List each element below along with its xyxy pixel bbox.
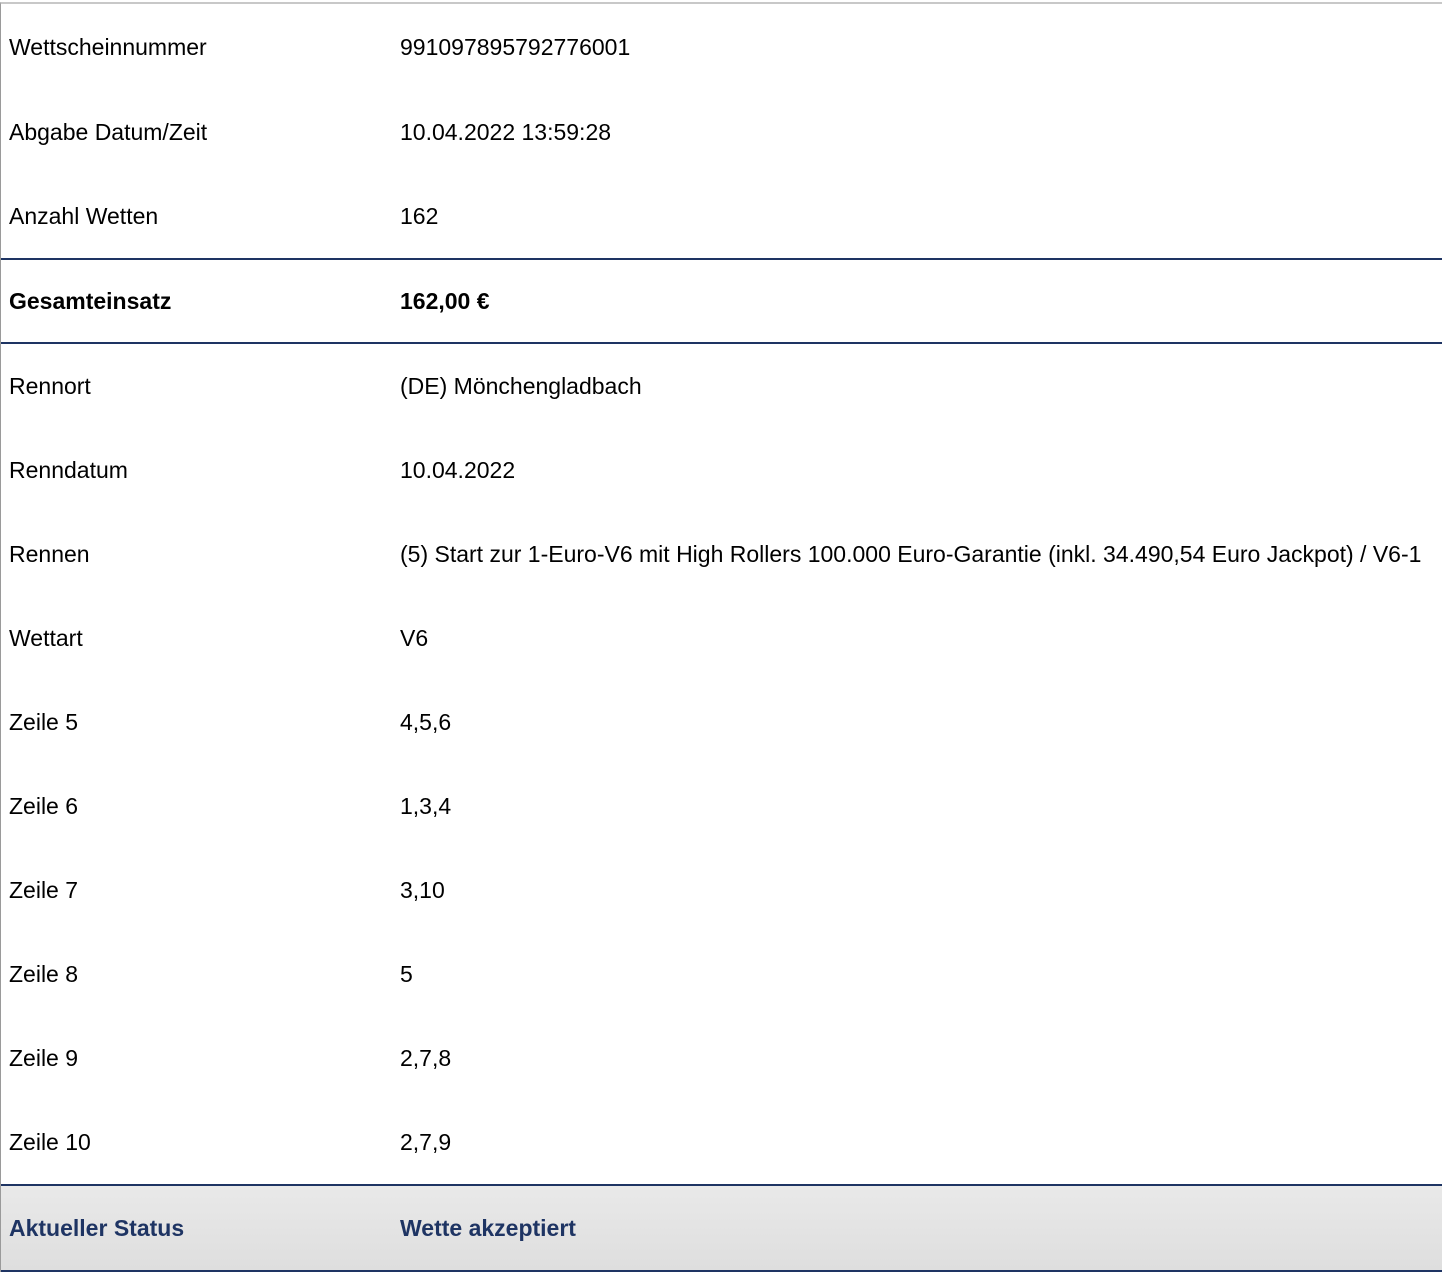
total-stake-label: Gesamteinsatz xyxy=(9,288,172,314)
ticket-number-row: Wettscheinnummer 991097895792776001 xyxy=(1,4,1442,90)
total-stake-value: 162,00 € xyxy=(400,288,490,314)
bet-count-row: Anzahl Wetten 162 xyxy=(1,174,1442,258)
line-label: Zeile 10 xyxy=(9,1129,91,1155)
line-selection: 2,7,8 xyxy=(400,1045,452,1071)
race-venue-row: Rennort (DE) Mönchengladbach xyxy=(1,344,1442,428)
bet-type-label: Wettart xyxy=(9,625,83,651)
bet-type-row: Wettart V6 xyxy=(1,596,1442,680)
line-label: Zeile 7 xyxy=(9,877,79,903)
race-label: Rennen xyxy=(9,541,90,567)
line-selection: 3,10 xyxy=(400,877,445,903)
line-label: Zeile 8 xyxy=(9,961,79,987)
total-stake-row: Gesamteinsatz 162,00 € xyxy=(1,258,1442,344)
race-venue-label: Rennort xyxy=(9,373,91,399)
race-date-label: Renndatum xyxy=(9,457,128,483)
status-label: Aktueller Status xyxy=(9,1215,185,1241)
bet-count-value: 162 xyxy=(400,203,439,229)
race-venue-value: (DE) Mönchengladbach xyxy=(400,373,642,399)
race-date-value: 10.04.2022 xyxy=(400,457,516,483)
submitted-value: 10.04.2022 13:59:28 xyxy=(400,119,612,145)
line-selection: 1,3,4 xyxy=(400,793,452,819)
line-row-10: Zeile 10 2,7,9 xyxy=(1,1100,1442,1184)
race-row: Rennen (5) Start zur 1-Euro-V6 mit High … xyxy=(1,512,1442,596)
line-row-7: Zeile 7 3,10 xyxy=(1,848,1442,932)
ticket-number-value: 991097895792776001 xyxy=(400,34,631,60)
submitted-row: Abgabe Datum/Zeit 10.04.2022 13:59:28 xyxy=(1,90,1442,174)
submitted-label: Abgabe Datum/Zeit xyxy=(9,119,208,145)
race-value: (5) Start zur 1-Euro-V6 mit High Rollers… xyxy=(400,541,1422,567)
line-selection: 5 xyxy=(400,961,413,987)
line-label: Zeile 9 xyxy=(9,1045,79,1071)
line-selection: 2,7,9 xyxy=(400,1129,452,1155)
ticket-number-label: Wettscheinnummer xyxy=(9,34,207,60)
race-date-row: Renndatum 10.04.2022 xyxy=(1,428,1442,512)
line-row-8: Zeile 8 5 xyxy=(1,932,1442,1016)
bet-ticket-details: Wettscheinnummer 991097895792776001 Abga… xyxy=(0,2,1442,1272)
status-value: Wette akzeptiert xyxy=(400,1215,576,1241)
line-row-9: Zeile 9 2,7,8 xyxy=(1,1016,1442,1100)
bet-type-value: V6 xyxy=(400,625,429,651)
line-row-5: Zeile 5 4,5,6 xyxy=(1,680,1442,764)
line-selection: 4,5,6 xyxy=(400,709,452,735)
bet-count-label: Anzahl Wetten xyxy=(9,203,159,229)
status-row: Aktueller Status Wette akzeptiert xyxy=(1,1184,1442,1272)
line-label: Zeile 5 xyxy=(9,709,79,735)
line-row-6: Zeile 6 1,3,4 xyxy=(1,764,1442,848)
line-label: Zeile 6 xyxy=(9,793,79,819)
